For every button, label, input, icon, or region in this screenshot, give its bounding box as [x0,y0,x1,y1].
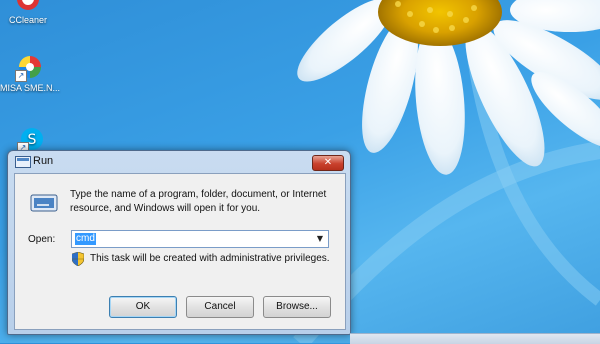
ccleaner-icon [15,0,41,12]
run-icon [15,156,31,168]
browse-button[interactable]: Browse... [263,296,331,318]
dialog-description: Type the name of a program, folder, docu… [70,189,327,214]
window-title: Run [33,155,54,167]
uac-shield-icon [72,252,84,266]
admin-privilege-note: This task will be created with administr… [90,253,330,264]
shortcut-arrow-icon: ↗ [15,70,27,82]
dialog-body: Type the name of a program, folder, docu… [14,173,346,330]
open-input[interactable]: cmd [75,233,96,245]
ok-button[interactable]: OK [109,296,177,318]
desktop-icon-label: CCleaner [8,15,48,25]
misa-icon: ↗ [15,54,43,82]
desktop-icon-label: MISA SME.N... [0,83,61,93]
open-combobox[interactable]: cmd ▼ [71,230,329,248]
close-icon: ✕ [323,157,333,168]
desktop-icon-misa[interactable]: ↗ MISA SME.N... [0,54,60,93]
chevron-down-icon[interactable]: ▼ [314,231,326,247]
taskbar-edge [350,333,600,344]
run-dialog: Run ✕ Type the name of a program, folder… [7,150,351,335]
desktop-icon-ccleaner[interactable]: CCleaner [0,0,58,25]
open-label: Open: [28,234,56,245]
skype-icon: S ↗ [17,126,45,154]
run-program-icon [30,194,58,212]
title-bar[interactable]: Run ✕ [8,151,350,173]
cancel-button[interactable]: Cancel [186,296,254,318]
close-button[interactable]: ✕ [312,155,344,171]
